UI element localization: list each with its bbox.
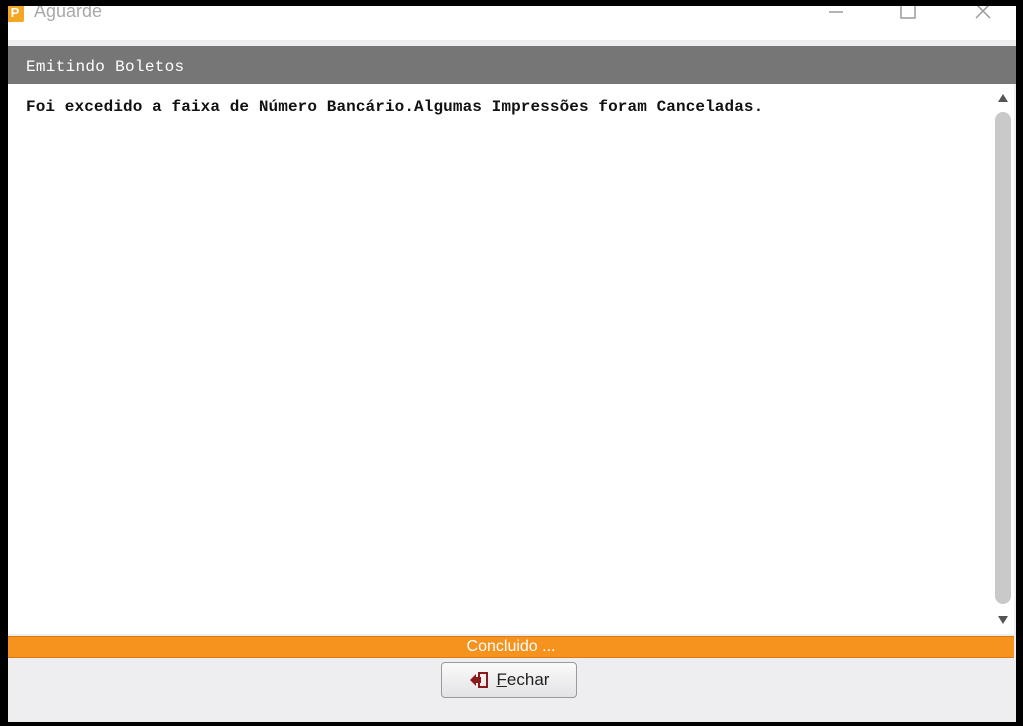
exit-icon <box>469 672 488 688</box>
message-area: Foi excedido a faixa de Número Bancário.… <box>8 84 992 634</box>
arrow-down-icon <box>998 616 1008 624</box>
status-text: Concluido ... <box>466 638 556 655</box>
log-message: Foi excedido a faixa de Número Bancário.… <box>26 98 764 116</box>
vertical-scrollbar[interactable] <box>992 84 1014 634</box>
close-icon <box>975 6 991 19</box>
fechar-label: Fechar <box>496 670 550 689</box>
close-window-button[interactable] <box>963 6 1003 26</box>
maximize-button[interactable] <box>888 6 928 26</box>
progress-status-bar: Concluido ... <box>8 636 1014 658</box>
window-title: Aguarde <box>34 6 103 21</box>
minimize-button[interactable] <box>816 6 856 26</box>
dialog-window: P Aguarde Emitindo Boletos Foi excedido … <box>8 6 1016 722</box>
app-icon: P <box>8 6 24 22</box>
section-title: Emitindo Boletos <box>26 58 185 76</box>
dialog-footer: Fechar <box>8 658 1016 722</box>
fechar-button[interactable]: Fechar <box>441 662 577 698</box>
scroll-thumb[interactable] <box>995 112 1011 604</box>
title-bar: P Aguarde <box>8 6 1016 40</box>
minimize-icon <box>829 11 843 13</box>
section-header: Emitindo Boletos <box>8 46 1016 84</box>
arrow-up-icon <box>998 94 1008 102</box>
scroll-up-button[interactable] <box>992 88 1014 108</box>
scroll-down-button[interactable] <box>992 610 1014 630</box>
maximize-icon <box>900 6 916 19</box>
screen-edge <box>1016 0 1023 726</box>
